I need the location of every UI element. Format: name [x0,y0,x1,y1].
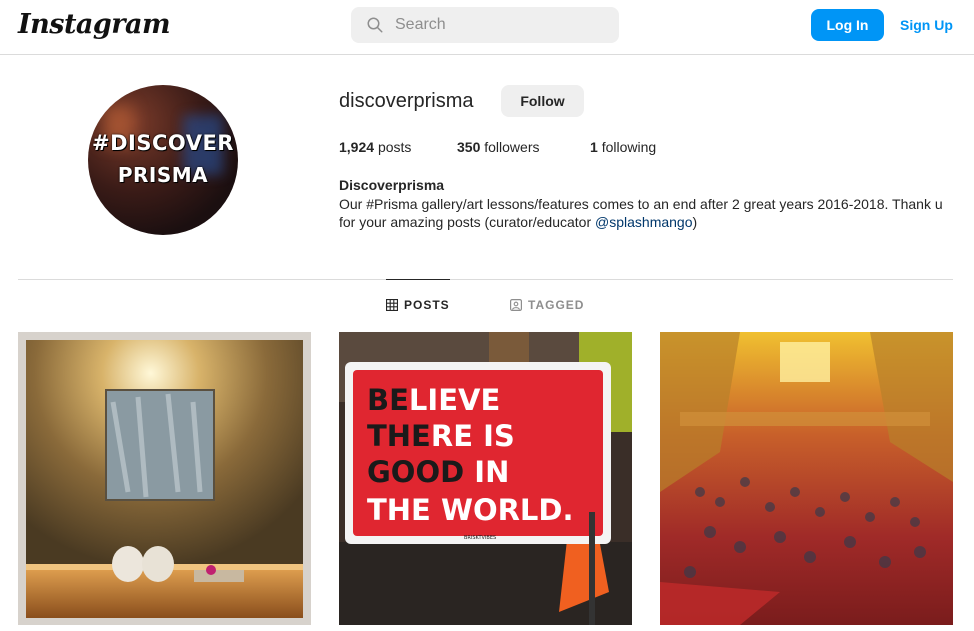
following-count[interactable]: 1 following [590,139,656,155]
post-thumbnail-believe-sign[interactable]: BELIEVE THERE IS GOOD IN THE WORLD. BRIS… [339,332,632,625]
crowd-hall-photo [660,332,953,625]
following-count-label: following [601,139,657,155]
posts-count: 1,924 posts [339,139,411,155]
active-tab-indicator [386,279,450,280]
post-thumbnail-towels[interactable] [18,332,311,625]
tab-posts[interactable]: POSTS [386,298,450,312]
profile-avatar[interactable]: #DISCOVER PRISMA [88,85,238,235]
post-thumbnail-crowd[interactable] [660,332,953,625]
bio-text-end: ) [692,214,698,230]
tab-tagged-label: TAGGED [528,298,585,312]
grid-icon [386,299,398,311]
top-navigation: Instagram Log In Sign Up [0,0,974,55]
search-icon [367,17,383,33]
towels-photo [18,332,311,625]
followers-count-label: followers [484,139,540,155]
profile-username: discoverprisma [339,90,474,112]
posts-count-value: 1,924 [339,139,375,155]
profile-bio: Our #Prisma gallery/art lessons/features… [339,195,959,231]
instagram-logo[interactable]: Instagram [18,9,171,40]
following-count-value: 1 [590,139,598,155]
tabs-divider [18,279,953,280]
avatar-text-line1: #DISCOVER [92,131,234,155]
sign-credit: BRISKTVIBES [464,535,496,541]
believe-sign-photo: BELIEVE THERE IS GOOD IN THE WORLD. BRIS… [339,332,632,625]
profile-full-name: Discoverprisma [339,177,445,193]
sign-line-3: GOOD IN [367,455,509,489]
search-box[interactable] [351,7,619,43]
tab-posts-label: POSTS [404,298,450,312]
bio-mention-link[interactable]: @splashmango [595,214,693,230]
follow-button[interactable]: Follow [501,85,584,117]
tagged-icon [510,299,522,311]
avatar-text-line2: PRISMA [117,163,209,187]
sign-line-1: BELIEVE [367,383,500,417]
posts-count-label: posts [377,139,412,155]
sign-line-4: THE WORLD. [367,493,574,527]
signup-link[interactable]: Sign Up [900,17,953,33]
followers-count[interactable]: 350 followers [457,139,540,155]
tab-tagged[interactable]: TAGGED [510,298,584,312]
sign-line-2: THERE IS [367,419,515,453]
followers-count-value: 350 [457,139,481,155]
search-input[interactable] [395,16,595,34]
login-button[interactable]: Log In [811,9,884,41]
